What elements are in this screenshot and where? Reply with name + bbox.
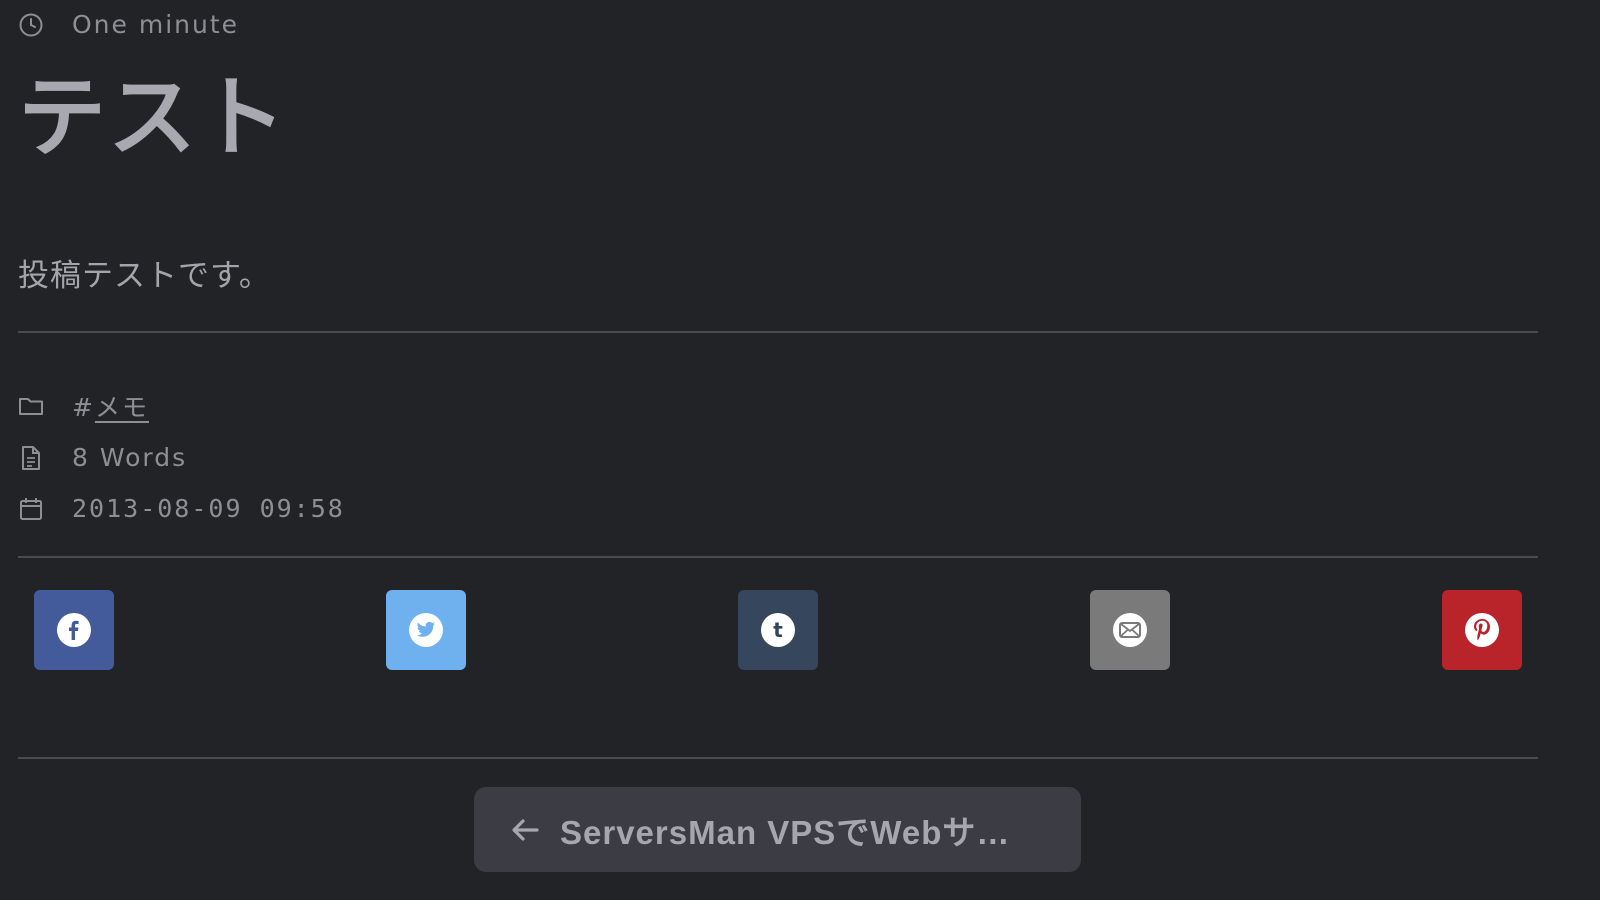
email-icon — [1113, 613, 1147, 647]
folder-icon — [18, 393, 44, 419]
post-body: 投稿テストです。 — [18, 258, 271, 294]
tumblr-icon: t — [761, 613, 795, 647]
share-tumblr-button[interactable]: t — [738, 590, 818, 670]
word-count: 8 Words — [72, 443, 188, 472]
facebook-icon — [57, 613, 91, 647]
tag-hash: # — [72, 393, 95, 422]
svg-text:t: t — [773, 619, 783, 641]
tag-link[interactable]: メモ — [95, 393, 149, 422]
document-icon — [18, 445, 44, 471]
twitter-icon — [409, 613, 443, 647]
post-title: テスト — [18, 66, 289, 169]
date-row: 2013-08-09 09:58 — [18, 494, 345, 523]
previous-post-button[interactable]: ServersMan VPSでWebサ… — [474, 787, 1081, 872]
share-pinterest-button[interactable] — [1442, 590, 1522, 670]
previous-post-label: ServersMan VPSでWebサ… — [560, 813, 1011, 851]
share-twitter-button[interactable] — [386, 590, 466, 670]
clock-icon — [18, 12, 44, 38]
read-time-row: One minute — [18, 10, 239, 39]
tag-row: #メモ — [18, 388, 149, 424]
word-count-row: 8 Words — [18, 443, 187, 472]
share-email-button[interactable] — [1090, 590, 1170, 670]
calendar-icon — [18, 496, 44, 522]
post-page: One minute テスト 投稿テストです。 #メモ 8 Words 2013… — [0, 0, 1600, 900]
read-time: One minute — [72, 10, 240, 39]
arrow-left-icon — [510, 815, 540, 845]
divider — [18, 331, 1538, 333]
pinterest-icon — [1465, 613, 1499, 647]
divider — [18, 757, 1538, 759]
tag: #メモ — [72, 388, 149, 424]
share-facebook-button[interactable] — [34, 590, 114, 670]
divider — [18, 556, 1538, 558]
post-date: 2013-08-09 09:58 — [72, 494, 345, 523]
